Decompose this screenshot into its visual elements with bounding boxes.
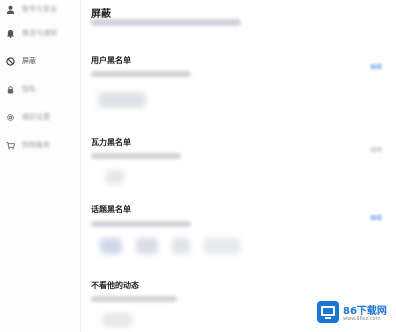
blocked-topic-chip[interactable] <box>204 238 240 254</box>
section-title-wali-blacklist: 瓦力黑名单 <box>91 138 131 147</box>
blocked-item-chip[interactable] <box>106 170 124 184</box>
block-icon <box>6 56 15 66</box>
sidebar-item-preferences[interactable]: 偏好设置 <box>6 108 76 126</box>
edit-wali-blacklist-link[interactable]: 编辑 <box>370 145 382 154</box>
edit-user-blacklist-link[interactable]: 编辑 <box>370 62 382 71</box>
section-description <box>91 221 191 227</box>
watermark: 86下载网 www.86xz.com <box>317 300 393 326</box>
section-title-user-blacklist: 用户黑名单 <box>91 56 131 65</box>
hidden-user-chip[interactable] <box>102 313 132 327</box>
section-description <box>91 71 191 77</box>
bell-icon <box>6 29 15 38</box>
blocked-topic-chip[interactable] <box>172 238 190 254</box>
sidebar-item-label: 推送与通知 <box>22 29 57 37</box>
watermark-brand: 86下载网 <box>343 306 387 317</box>
gear-icon <box>6 113 15 122</box>
sidebar-item-label: 购物服务 <box>22 141 50 149</box>
sidebar-item-label: 账号与安全 <box>22 5 57 13</box>
sidebar-item-privacy[interactable]: 隐私 <box>6 80 76 98</box>
edit-topic-blacklist-link[interactable]: 编辑 <box>370 213 382 222</box>
lock-icon <box>6 85 15 94</box>
page-subtitle <box>91 19 241 26</box>
sidebar-item-account-security[interactable]: 账号与安全 <box>6 0 76 18</box>
section-description <box>91 153 181 159</box>
sidebar-item-label: 隐私 <box>22 85 36 93</box>
page-title: 屏蔽 <box>91 9 111 20</box>
section-description <box>91 296 177 302</box>
section-title-topic-blacklist: 话题黑名单 <box>91 205 131 214</box>
sidebar-item-shopping[interactable]: 购物服务 <box>6 136 76 154</box>
cart-icon <box>6 141 15 150</box>
sidebar: 账号与安全 推送与通知 屏蔽 隐私 偏好设置 购物服务 <box>0 0 81 332</box>
user-icon <box>6 5 15 14</box>
blocked-topic-chip[interactable] <box>100 238 122 254</box>
sidebar-item-label: 偏好设置 <box>22 113 50 121</box>
section-title-hidden-feeds: 不看他的动态 <box>91 281 139 290</box>
blocked-user-chip[interactable] <box>98 92 146 108</box>
sidebar-item-block[interactable]: 屏蔽 <box>6 52 76 70</box>
main-content: 屏蔽 用户黑名单 编辑 瓦力黑名单 编辑 话题黑名单 编辑 不看他的动态 <box>80 0 396 332</box>
watermark-logo <box>317 301 339 323</box>
sidebar-item-label: 屏蔽 <box>22 57 36 65</box>
sidebar-item-notifications[interactable]: 推送与通知 <box>6 24 76 42</box>
blocked-topic-chip[interactable] <box>136 238 158 254</box>
watermark-url: www.86xz.com <box>343 316 381 322</box>
